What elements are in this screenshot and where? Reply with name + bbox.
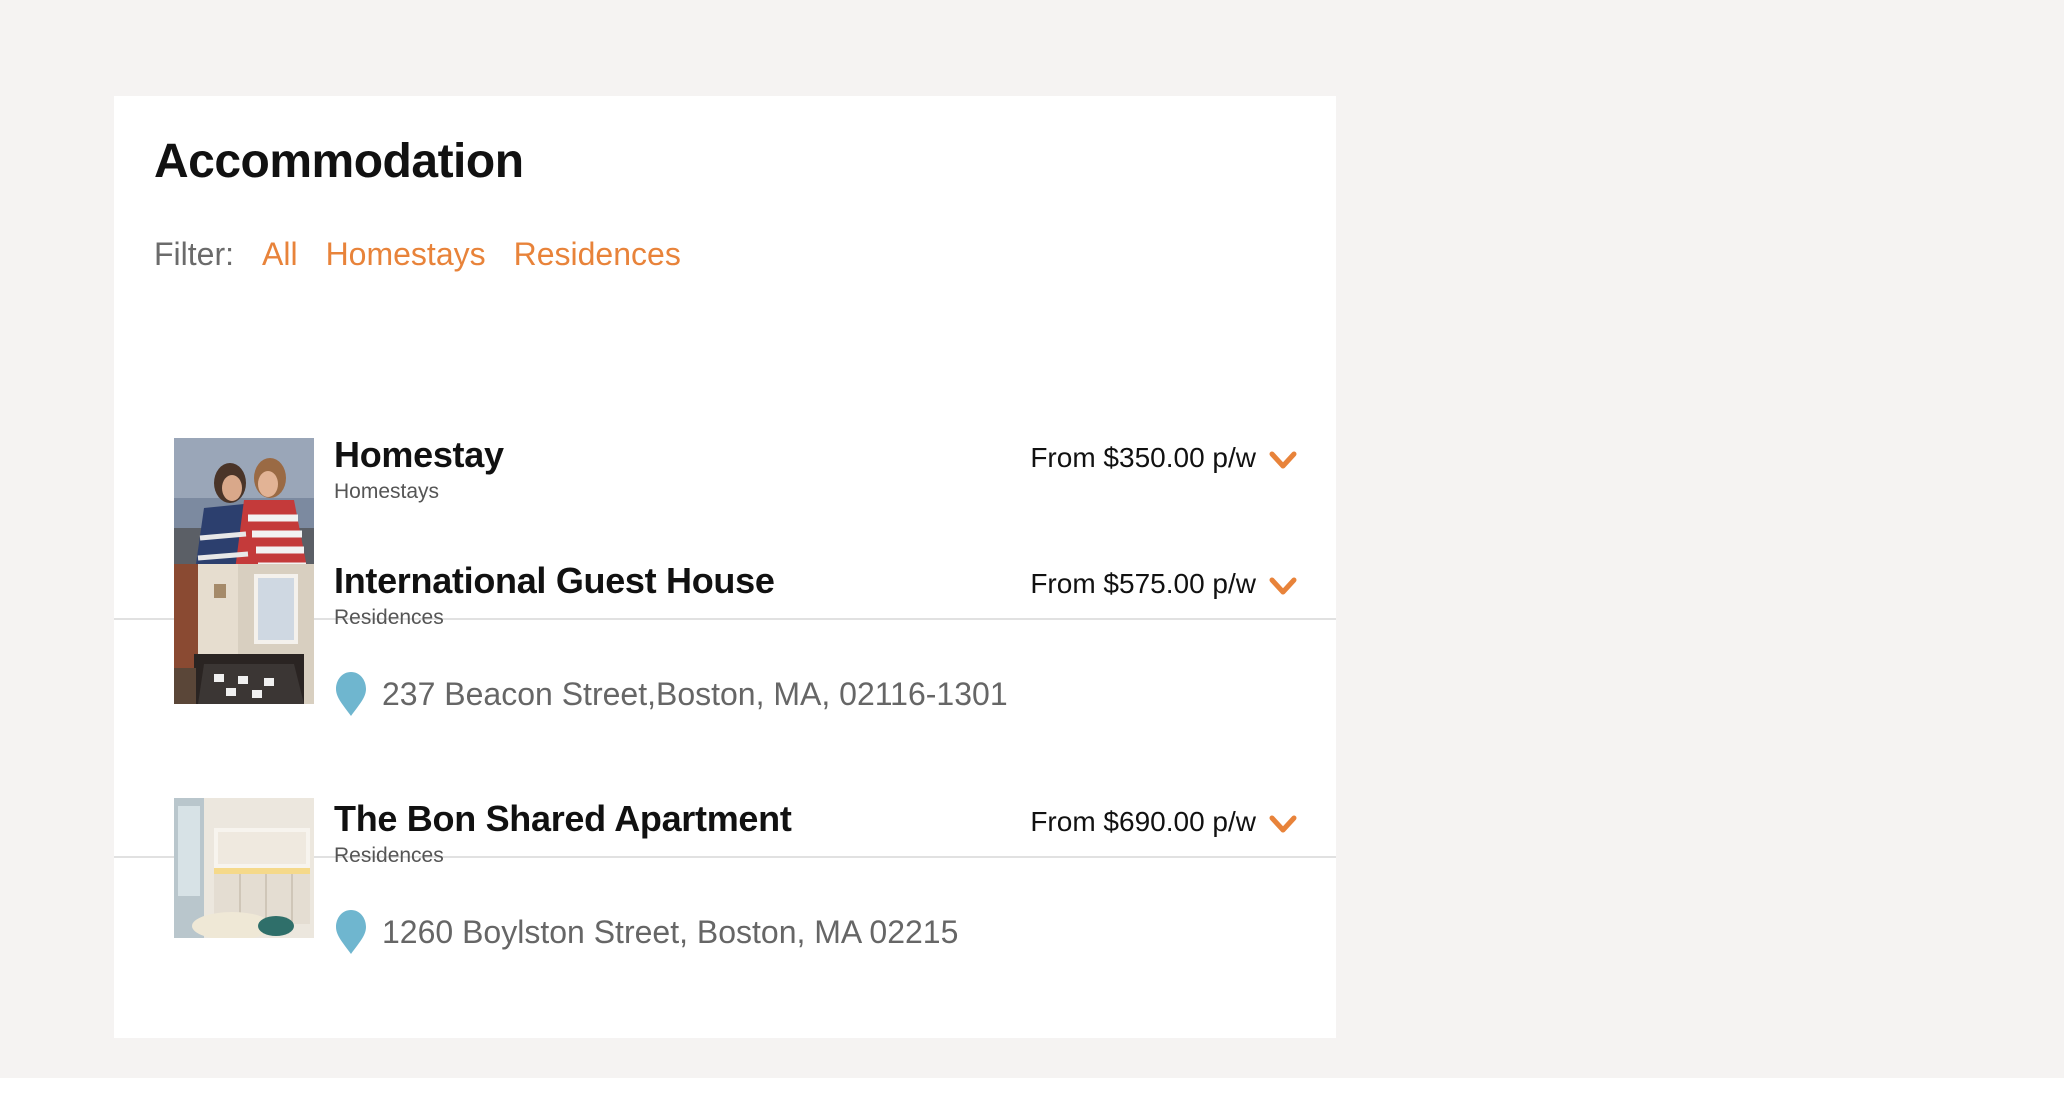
guest-house-image [174,564,314,704]
chevron-down-icon[interactable] [1268,812,1298,836]
listing-the-bon-shared-apartment[interactable]: The Bon Shared Apartment Residences From… [114,760,1336,1030]
listing-name[interactable]: International Guest House [334,560,775,602]
filter-label: Filter: [154,236,234,272]
shared-apartment-image [174,798,314,938]
map-pin-icon [336,910,366,954]
listing-name[interactable]: Homestay [334,434,504,476]
address-text: 237 Beacon Street,Boston, MA, 02116-1301 [382,675,1008,712]
listing-type: Homestays [334,480,440,503]
listing-price: From $690.00 p/w [1030,806,1256,837]
listing-price: From $575.00 p/w [1030,568,1256,599]
section-title: Accommodation [154,135,524,188]
accommodation-panel: Accommodation Filter: All Homestays Resi… [114,96,1336,1038]
guest-house-photo [174,564,314,704]
map-pin-icon [336,672,366,716]
address-text: 1260 Boylston Street, Boston, MA 02215 [382,913,959,950]
listing-price: From $350.00 p/w [1030,442,1256,473]
chevron-down-icon[interactable] [1268,448,1298,472]
listing-type: Residences [334,844,444,867]
shared-apartment-photo [174,798,314,938]
filter-bar: Filter: All Homestays Residences [154,236,681,273]
filter-homestays-link[interactable]: Homestays [326,236,486,273]
filter-all-link[interactable]: All [262,236,298,273]
chevron-down-icon[interactable] [1268,574,1298,598]
filter-residences-link[interactable]: Residences [514,236,681,273]
listing-address: 237 Beacon Street,Boston, MA, 02116-1301 [334,670,1008,718]
listing-type: Residences [334,606,444,629]
listing-name[interactable]: The Bon Shared Apartment [334,798,792,840]
listing-address: 1260 Boylston Street, Boston, MA 02215 [334,908,958,956]
